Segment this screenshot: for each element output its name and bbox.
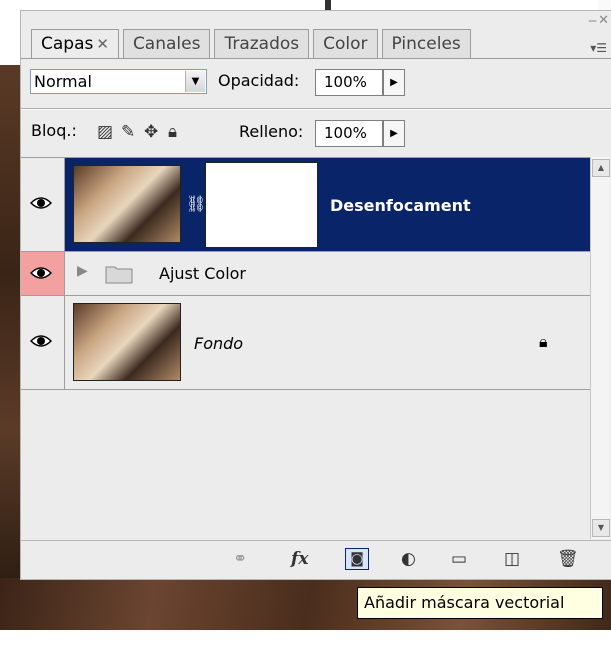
- tab-pinceles[interactable]: Pinceles: [381, 29, 471, 58]
- lock-position-icon[interactable]: ✥: [144, 122, 158, 142]
- eye-icon: [30, 197, 52, 209]
- mask-link-icon[interactable]: ⛓: [186, 194, 206, 213]
- tab-color[interactable]: Color: [313, 29, 378, 58]
- visibility-toggle[interactable]: [21, 296, 65, 389]
- eye-icon: [30, 335, 52, 347]
- layers-scrollbar[interactable]: ▲ ▼: [590, 157, 610, 539]
- opacity-slider-button[interactable]: ▶: [383, 69, 405, 96]
- collapse-panel-button[interactable]: ‒: [588, 13, 597, 29]
- new-group-icon[interactable]: ▭: [451, 549, 467, 569]
- lock-label: Bloq.:: [31, 121, 77, 140]
- panel-tabs: Capas ✕ Canales Trazados Color Pinceles: [31, 29, 475, 59]
- folder-icon: [105, 266, 133, 284]
- layer-thumbnail[interactable]: [73, 303, 181, 381]
- trash-icon[interactable]: 🗑︎: [557, 549, 579, 569]
- tab-trazados[interactable]: Trazados: [214, 29, 310, 58]
- blend-mode-value: Normal: [34, 72, 92, 91]
- layers-list: ⛓ Desenfocament ▶ Ajust Color Fondo 🔒︎: [21, 157, 590, 540]
- opacity-input[interactable]: 100%: [315, 69, 383, 96]
- fill-label: Relleno:: [239, 122, 304, 141]
- add-vector-mask-icon[interactable]: ◙: [345, 548, 369, 570]
- layer-thumbnail[interactable]: [73, 165, 181, 243]
- layer-mask-thumbnail[interactable]: [205, 162, 318, 248]
- lock-image-pixels-icon[interactable]: ✎: [121, 122, 135, 142]
- lock-transparent-pixels-icon[interactable]: ▨: [97, 122, 113, 142]
- layer-row-desenfocament[interactable]: ⛓ Desenfocament: [21, 158, 590, 252]
- blend-mode-select[interactable]: Normal ▼: [30, 69, 207, 94]
- tab-capas[interactable]: Capas ✕: [31, 29, 119, 58]
- opacity-label: Opacidad:: [218, 71, 300, 90]
- lock-all-icon[interactable]: 🔒︎: [168, 122, 177, 142]
- layer-name[interactable]: Desenfocament: [330, 196, 471, 215]
- panel-menu-icon[interactable]: ▾☰: [590, 41, 607, 55]
- tab-canales[interactable]: Canales: [122, 29, 211, 58]
- layers-panel: ‒ ✕ ▾☰ Capas ✕ Canales Trazados Color Pin…: [20, 10, 611, 580]
- tab-close-icon[interactable]: ✕: [96, 35, 109, 53]
- visibility-toggle[interactable]: [21, 158, 65, 251]
- tooltip: Añadir máscara vectorial: [357, 587, 603, 619]
- tabs-divider: [21, 58, 611, 59]
- layer-name[interactable]: Fondo: [194, 334, 243, 353]
- scroll-down-arrow-icon[interactable]: ▼: [592, 519, 610, 537]
- expand-triangle-icon[interactable]: ▶: [77, 263, 88, 279]
- tab-label: Color: [323, 34, 368, 54]
- tab-label: Capas: [41, 34, 94, 54]
- new-layer-icon[interactable]: ◫: [504, 549, 520, 569]
- visibility-toggle[interactable]: [21, 252, 65, 295]
- fill-slider-button[interactable]: ▶: [383, 120, 405, 147]
- tab-label: Canales: [132, 34, 201, 54]
- fx-icon[interactable]: fx: [291, 549, 308, 569]
- link-icon[interactable]: ⚭: [233, 549, 247, 569]
- tab-label: Trazados: [224, 34, 300, 54]
- adjustment-layer-icon[interactable]: ◐: [401, 549, 416, 569]
- fill-input[interactable]: 100%: [315, 120, 383, 147]
- layer-group-ajust-color[interactable]: ▶ Ajust Color: [21, 252, 590, 296]
- layers-bottom-toolbar: ⚭ fx ◙ ◐ ▭ ◫ 🗑︎: [21, 540, 611, 580]
- eye-icon: [30, 267, 52, 279]
- close-panel-button[interactable]: ✕: [598, 13, 609, 28]
- divider-highlight: [21, 109, 611, 110]
- layer-name[interactable]: Ajust Color: [159, 264, 246, 283]
- layer-row-fondo[interactable]: Fondo 🔒︎: [21, 296, 590, 390]
- dropdown-arrow-icon[interactable]: ▼: [185, 71, 205, 92]
- background-white-bottom: [0, 630, 611, 663]
- layer-lock-icon: 🔒︎: [539, 332, 548, 351]
- scroll-up-arrow-icon[interactable]: ▲: [592, 159, 610, 177]
- tab-label: Pinceles: [391, 34, 461, 54]
